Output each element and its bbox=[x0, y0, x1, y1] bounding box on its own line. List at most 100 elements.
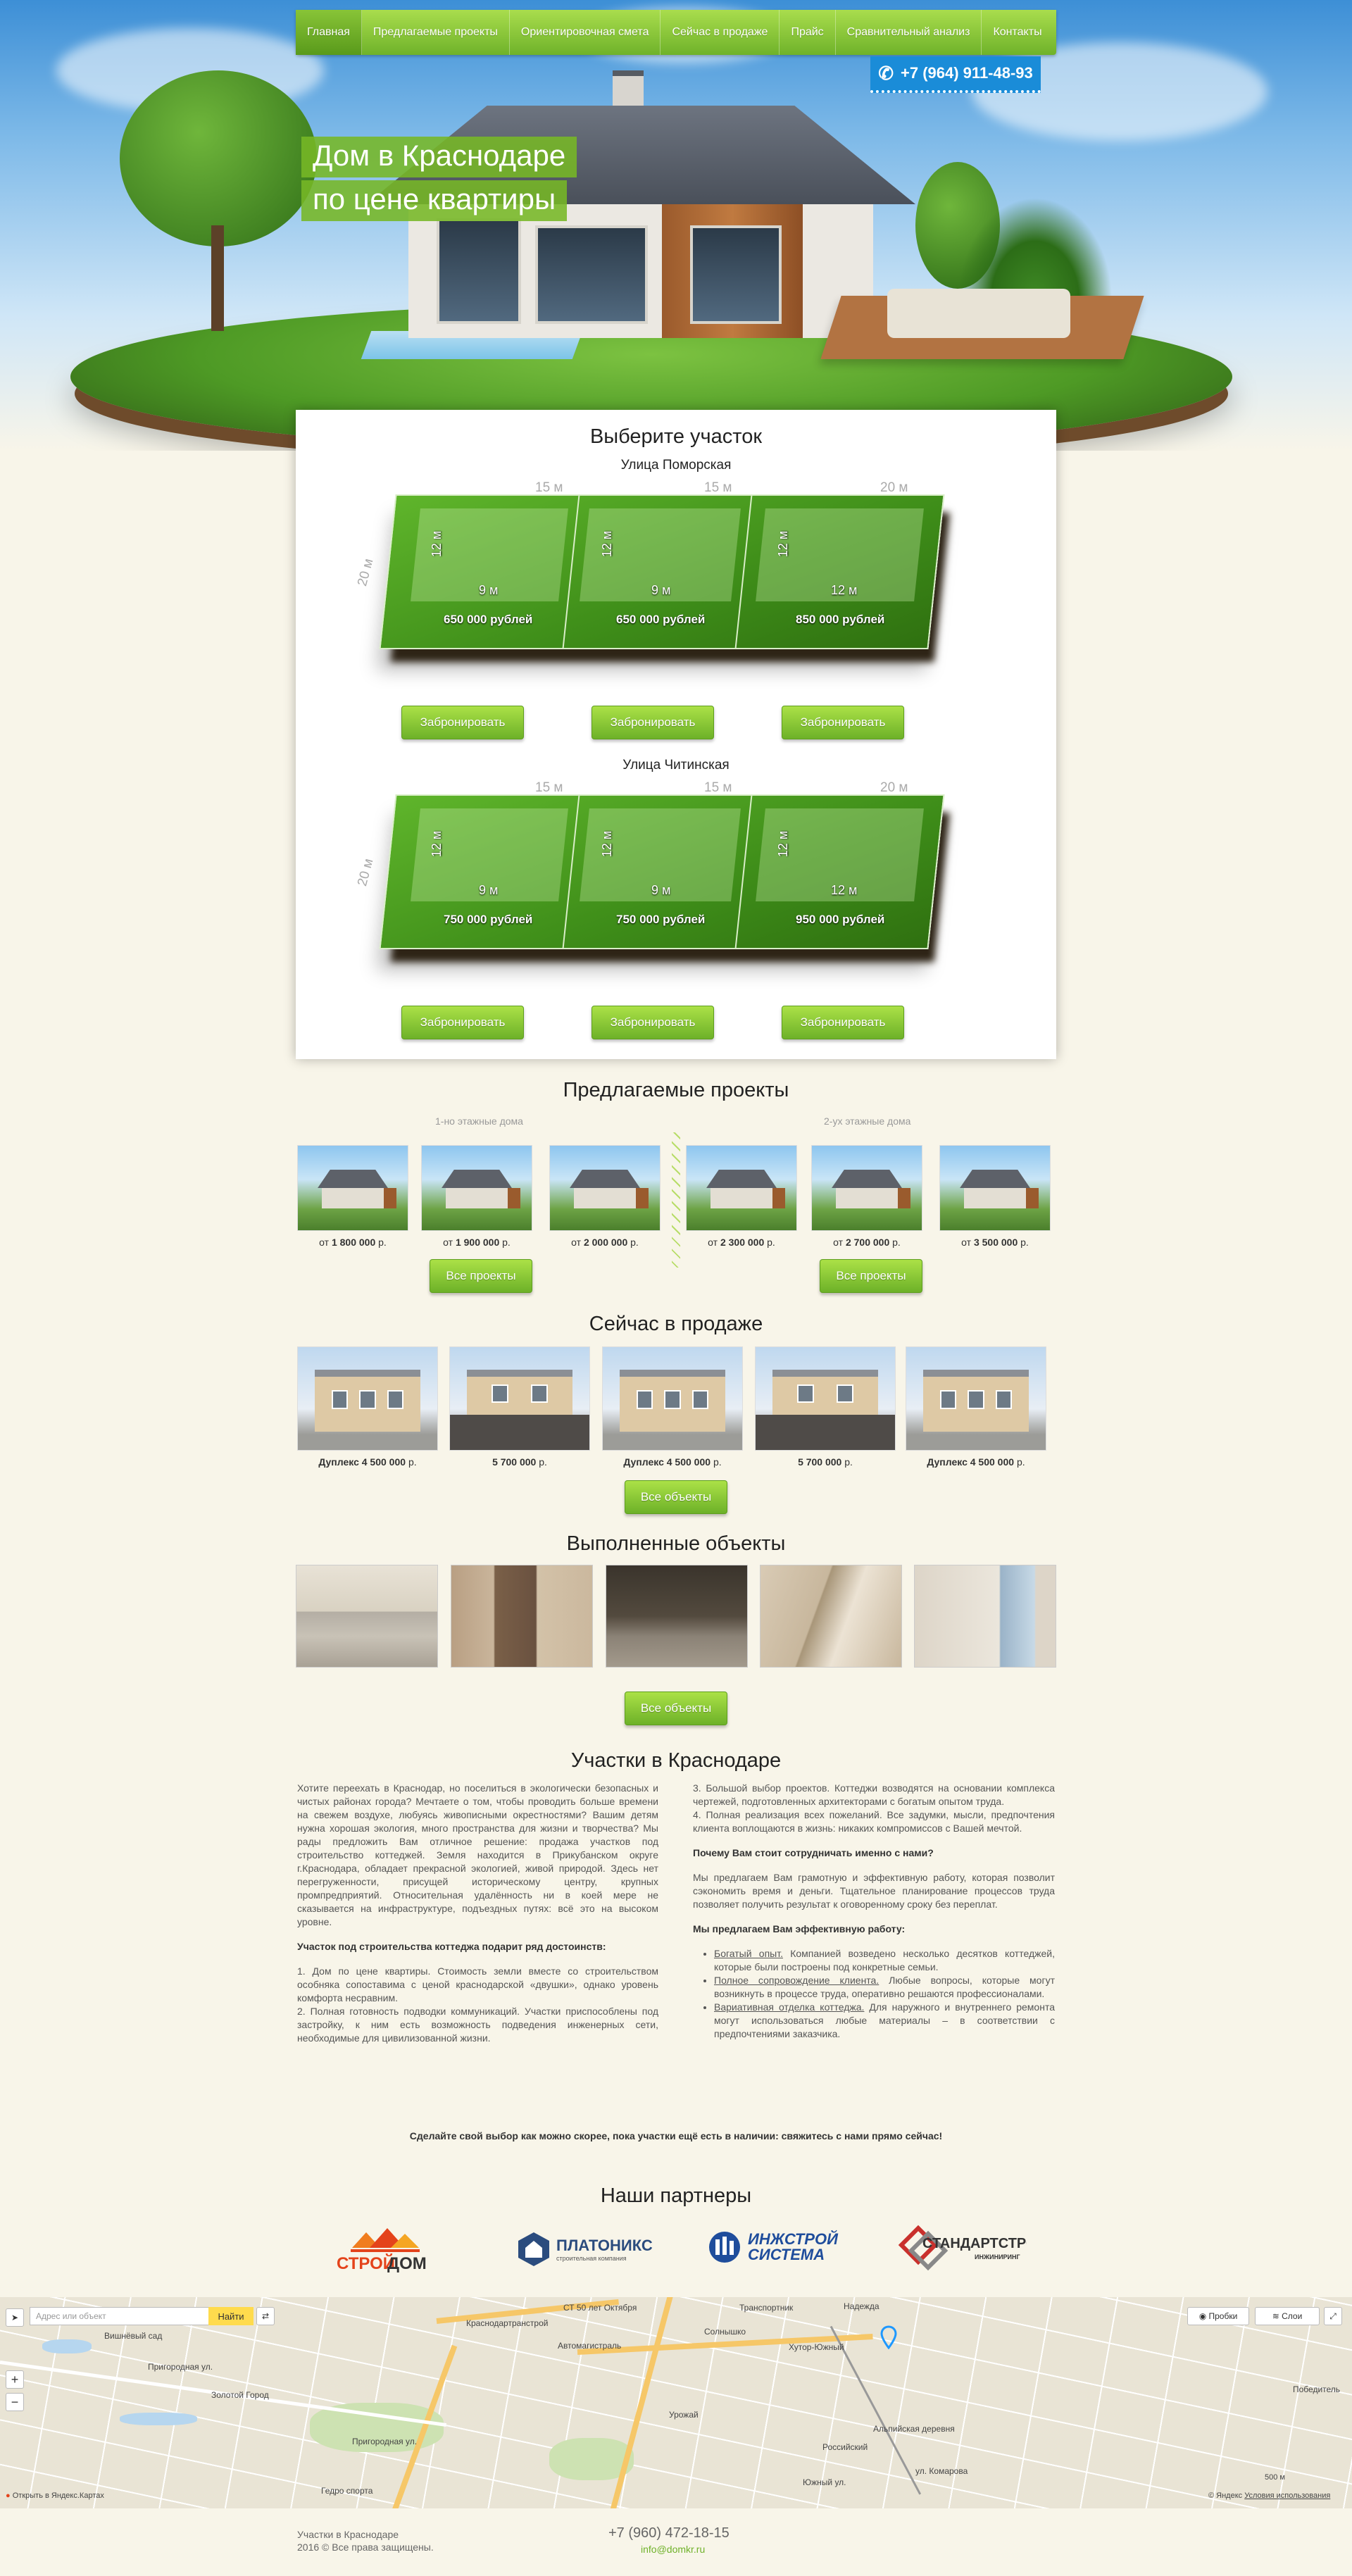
plot-price: 950 000 рублей bbox=[796, 913, 885, 926]
project-thumb[interactable] bbox=[421, 1145, 532, 1231]
nav-price[interactable]: Прайс bbox=[780, 10, 836, 55]
width-label: 15 м bbox=[535, 480, 563, 495]
project-thumb[interactable] bbox=[811, 1145, 922, 1231]
nav-comparison[interactable]: Сравнительный анализ bbox=[836, 10, 982, 55]
fullscreen-icon[interactable]: ⤢ bbox=[1324, 2307, 1342, 2325]
map-label: Российский bbox=[822, 2442, 868, 2452]
all-objects-button[interactable]: Все объекты bbox=[625, 1692, 727, 1725]
map-label: СТ 50 лет Октября bbox=[563, 2303, 637, 2313]
sale-thumb[interactable] bbox=[602, 1346, 743, 1451]
book-button[interactable]: Забронировать bbox=[401, 1006, 524, 1039]
sale-thumb[interactable] bbox=[449, 1346, 590, 1451]
standartstroy-logo-icon: СТАНДАРТСТРОЙ ИНЖИНИРИНГ bbox=[898, 2225, 1027, 2271]
map-label: Гедро спорта bbox=[321, 2486, 373, 2496]
book-button[interactable]: Забронировать bbox=[782, 1006, 904, 1039]
done-thumb[interactable] bbox=[760, 1565, 902, 1668]
done-thumb[interactable] bbox=[451, 1565, 593, 1668]
open-in-yandex-link[interactable]: ● Открыть в Яндекс.Картах bbox=[6, 2491, 104, 2500]
plot-price: 750 000 рублей bbox=[444, 913, 533, 926]
map-label: Южный ул. bbox=[803, 2477, 846, 2487]
nav-projects[interactable]: Предлагаемые проекты bbox=[362, 10, 510, 55]
house-width-label: 9 м bbox=[479, 883, 499, 897]
layers-button[interactable]: ≋ Слои bbox=[1255, 2307, 1320, 2325]
nav-contacts[interactable]: Контакты bbox=[982, 10, 1053, 55]
map-marker-icon[interactable] bbox=[880, 2325, 897, 2349]
project-price: от 1 800 000 р. bbox=[319, 1237, 387, 1248]
map-label: Альпийская деревня bbox=[873, 2424, 955, 2434]
plot-price: 750 000 рублей bbox=[616, 913, 706, 926]
nav-for-sale[interactable]: Сейчас в продаже bbox=[661, 10, 780, 55]
map-find-button[interactable]: Найти bbox=[208, 2307, 254, 2325]
nav-home[interactable]: Главная bbox=[296, 10, 362, 55]
yandex-map[interactable]: Краснодартранстрой СТ 50 лет Октября Тра… bbox=[0, 2297, 1352, 2508]
project-thumb[interactable] bbox=[297, 1145, 408, 1231]
done-thumb[interactable] bbox=[606, 1565, 748, 1668]
map-label: ул. Комарова bbox=[915, 2466, 968, 2476]
street-name: Улица Читинская bbox=[622, 758, 730, 773]
book-button[interactable]: Забронировать bbox=[782, 706, 904, 739]
nav-estimate[interactable]: Ориентировочная смета bbox=[510, 10, 661, 55]
done-title: Выполненные объекты bbox=[566, 1532, 786, 1555]
partner-platoniks[interactable]: ПЛАТОНИКС строительная компания bbox=[517, 2231, 653, 2268]
tree-image bbox=[120, 70, 317, 246]
sale-title: Сейчас в продаже bbox=[589, 1313, 763, 1335]
book-button[interactable]: Забронировать bbox=[592, 1006, 714, 1039]
about-title: Участки в Краснодаре bbox=[570, 1749, 782, 1772]
all-projects-button[interactable]: Все проекты bbox=[430, 1259, 532, 1293]
footer-email[interactable]: info@domkr.ru bbox=[641, 2544, 705, 2555]
partner-text: ПЛАТОНИКС строительная компания bbox=[556, 2237, 653, 2262]
map-label: Хутор-Южный bbox=[789, 2342, 844, 2352]
project-thumb[interactable] bbox=[686, 1145, 797, 1231]
house-depth-label: 12 м bbox=[776, 830, 791, 858]
sale-caption: Дуплекс 4 500 000 р. bbox=[318, 1456, 417, 1468]
sale-caption: Дуплекс 4 500 000 р. bbox=[927, 1456, 1025, 1468]
list-item: Богатый опыт. Компанией возведено нескол… bbox=[714, 1947, 1055, 1974]
about-list-item: 2. Полная готовность подводки коммуникац… bbox=[297, 2006, 658, 2044]
plot-field: 15 м 15 м 20 м 20 м 12 м 12 м 12 м 9 м 9… bbox=[355, 480, 958, 662]
house-depth-label: 12 м bbox=[430, 530, 444, 558]
project-price: от 1 900 000 р. bbox=[443, 1237, 511, 1248]
partner-standartstroy[interactable]: СТАНДАРТСТРОЙ ИНЖИНИРИНГ bbox=[897, 2224, 1027, 2273]
sale-thumb[interactable] bbox=[906, 1346, 1046, 1451]
traffic-button[interactable]: ◉ Пробки bbox=[1187, 2307, 1249, 2325]
project-price: от 2 300 000 р. bbox=[708, 1237, 775, 1248]
width-label: 15 м bbox=[704, 780, 732, 795]
plot-price: 850 000 рублей bbox=[796, 613, 885, 626]
map-search-input[interactable]: Адрес или объект bbox=[30, 2307, 210, 2325]
zoom-in-button[interactable]: + bbox=[6, 2370, 24, 2389]
width-label: 15 м bbox=[704, 480, 732, 495]
partner-stroydom[interactable]: СТРОЙ ДОМ bbox=[331, 2218, 437, 2275]
footer-phone[interactable]: +7 (960) 472-18-15 bbox=[608, 2525, 730, 2541]
route-icon[interactable]: ⇄ bbox=[256, 2307, 275, 2325]
map-copyright: © Яндекс Условия использования bbox=[1208, 2491, 1331, 2500]
zoom-out-button[interactable]: − bbox=[6, 2393, 24, 2411]
house-width-label: 9 м bbox=[479, 583, 499, 597]
map-label: Краснодартранстрой bbox=[466, 2318, 549, 2328]
hero-headline: Дом в Краснодаре по цене квартиры bbox=[301, 137, 577, 224]
map-label: Золотой Город bbox=[211, 2390, 269, 2400]
partner-inzhstroy[interactable]: ИНЖСТРОЙ СИСТЕМА bbox=[707, 2230, 838, 2265]
map-label: Надежда bbox=[844, 2301, 880, 2311]
project-thumb[interactable] bbox=[939, 1145, 1051, 1231]
benefits-list: Богатый опыт. Компанией возведено нескол… bbox=[693, 1947, 1055, 2041]
done-thumb[interactable] bbox=[914, 1565, 1056, 1668]
two-floor-label: 2-ух этажные дома bbox=[824, 1115, 911, 1127]
layers-label: Слои bbox=[1282, 2311, 1303, 2321]
about-heading: Почему Вам стоит сотрудничать именно с н… bbox=[693, 1847, 934, 1858]
geolocate-icon[interactable]: ➤ bbox=[6, 2308, 24, 2327]
svg-text:СТРОЙ: СТРОЙ bbox=[337, 2253, 395, 2273]
sale-thumb[interactable] bbox=[755, 1346, 896, 1451]
book-button[interactable]: Забронировать bbox=[592, 706, 714, 739]
book-button[interactable]: Забронировать bbox=[401, 706, 524, 739]
all-projects-button[interactable]: Все проекты bbox=[820, 1259, 922, 1293]
phone-badge[interactable]: ✆ +7 (964) 911-48-93 bbox=[870, 56, 1041, 93]
house-depth-label: 12 м bbox=[600, 830, 615, 858]
platoniks-logo-icon bbox=[518, 2232, 549, 2266]
done-thumb[interactable] bbox=[296, 1565, 438, 1668]
sale-thumb[interactable] bbox=[297, 1346, 438, 1451]
project-thumb[interactable] bbox=[549, 1145, 661, 1231]
partner-text: ИНЖСТРОЙ СИСТЕМА bbox=[748, 2230, 838, 2263]
house-width-label: 12 м bbox=[831, 883, 858, 897]
svg-text:СТАНДАРТСТРОЙ: СТАНДАРТСТРОЙ bbox=[922, 2234, 1027, 2251]
all-objects-button[interactable]: Все объекты bbox=[625, 1480, 727, 1514]
